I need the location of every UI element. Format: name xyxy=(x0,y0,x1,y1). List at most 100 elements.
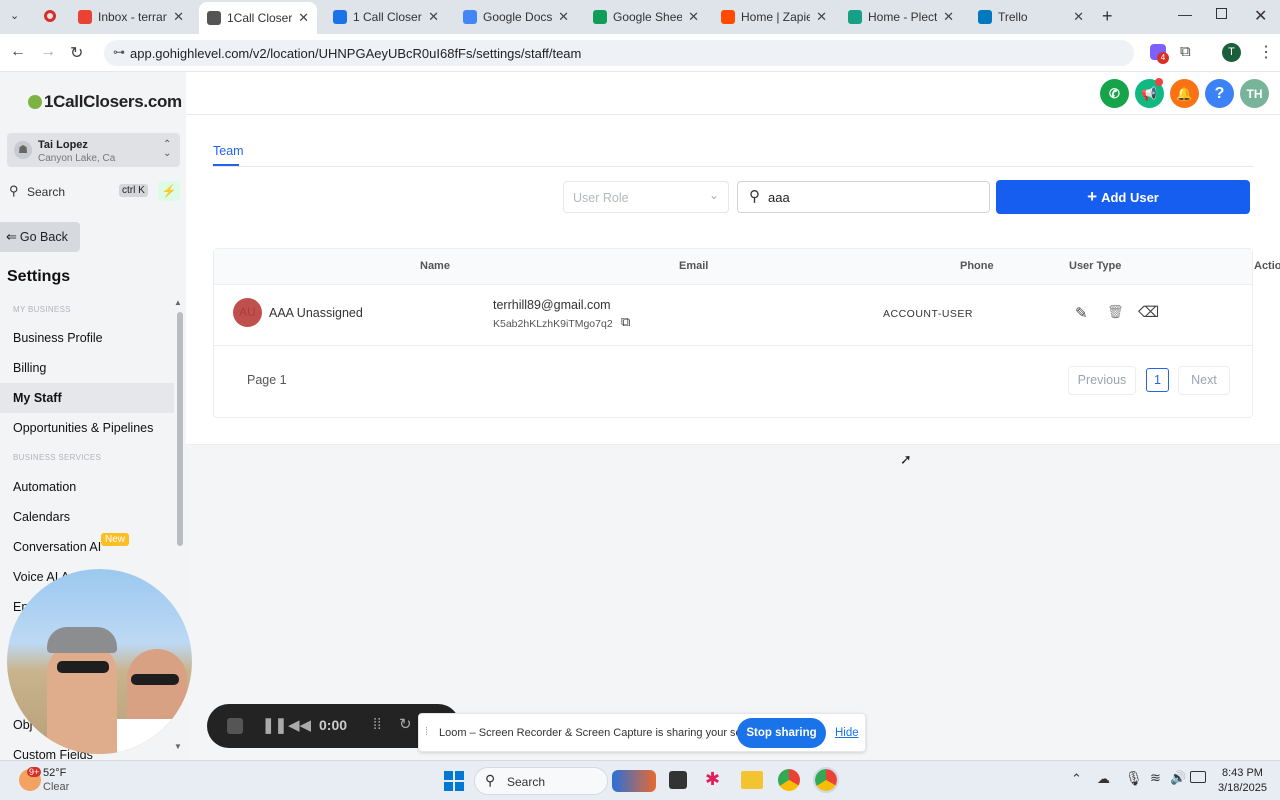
hide-banner-link[interactable]: Hide xyxy=(835,727,859,739)
sidebar-item-automation[interactable]: Automation xyxy=(13,480,76,494)
record-icon[interactable] xyxy=(44,10,56,22)
close-tab-icon[interactable]: ✕ xyxy=(816,9,827,25)
edit-pencil-icon[interactable]: ✎ xyxy=(1075,304,1088,322)
stop-sharing-button[interactable]: Stop sharing xyxy=(737,718,826,748)
quick-action-bolt-icon[interactable]: ⚡ xyxy=(158,181,180,201)
user-role-placeholder: User Role xyxy=(573,191,629,205)
webcam-bubble[interactable] xyxy=(7,569,192,754)
add-user-button[interactable]: + Add User xyxy=(996,180,1250,214)
browser-tab[interactable]: Home | Zapier ✕ xyxy=(713,4,835,30)
pause-icon[interactable]: ❚❚ xyxy=(262,716,287,734)
close-tab-icon[interactable]: ✕ xyxy=(943,9,954,25)
browser-tab[interactable]: Home - Plecto ✕ xyxy=(840,4,962,30)
task-view-icon[interactable] xyxy=(669,771,687,789)
temperature: 52°F xyxy=(43,767,67,779)
next-page-button[interactable]: Next xyxy=(1178,366,1230,395)
browser-tab[interactable]: Inbox - terranc ✕ xyxy=(70,4,192,30)
logo-bars-icon xyxy=(28,95,42,109)
tray-chevron-icon[interactable]: ⌃ xyxy=(1071,771,1082,787)
clock-time[interactable]: 8:43 PM xyxy=(1222,767,1263,779)
drag-handle-icon[interactable]: ⁞⁞ xyxy=(373,716,381,733)
sidebar-item-conversation-ai[interactable]: Conversation AI xyxy=(13,540,101,554)
user-avatar[interactable]: TH xyxy=(1240,79,1269,108)
account-switcher[interactable]: ☗ Tai Lopez Canyon Lake, Ca ⌃ ⌄ xyxy=(7,133,180,167)
tab-team[interactable]: Team xyxy=(213,144,244,158)
rewind-icon[interactable]: ◀◀ xyxy=(288,716,311,734)
restore-icon[interactable] xyxy=(1216,8,1227,19)
restart-icon[interactable]: ↻ xyxy=(399,715,412,733)
tab-list-chevron-icon[interactable]: ⌄ xyxy=(10,9,19,22)
close-tab-icon[interactable]: ✕ xyxy=(688,9,699,25)
widgets-icon[interactable] xyxy=(612,770,656,792)
close-tab-icon[interactable]: ✕ xyxy=(173,9,184,25)
minimize-icon[interactable]: — xyxy=(1178,6,1192,22)
browser-tab[interactable]: Google Docs ✕ xyxy=(455,4,577,30)
bell-icon[interactable]: 🔔 xyxy=(1170,79,1199,108)
search-input[interactable]: ⚲ aaa xyxy=(737,181,990,213)
copy-icon[interactable]: ⧉ xyxy=(621,314,630,330)
sheets-icon xyxy=(593,10,607,24)
scroll-up-icon[interactable]: ▲ xyxy=(174,298,182,307)
calendar-icon xyxy=(333,10,347,24)
extensions-puzzle-icon[interactable]: ⧉ xyxy=(1180,43,1191,60)
phone-icon[interactable]: ✆ xyxy=(1100,79,1129,108)
browser-tab[interactable]: 1Call Closer ✕ xyxy=(199,2,317,34)
profile-avatar[interactable]: T xyxy=(1222,43,1241,62)
recording-time: 0:00 xyxy=(319,717,348,733)
microphone-icon[interactable]: 🎙 xyxy=(1125,770,1143,787)
mouse-cursor-icon: ➚ xyxy=(900,451,912,467)
taskbar-search[interactable]: ⚲ Search xyxy=(474,767,608,795)
tab-title: 1 Call Closers - xyxy=(353,10,422,24)
sidebar-item-opportunities[interactable]: Opportunities & Pipelines xyxy=(13,421,153,435)
plus-icon: + xyxy=(1087,187,1098,206)
drag-handle-icon[interactable]: ⁞ xyxy=(425,726,428,738)
site-info-icon[interactable]: ⊶ xyxy=(113,45,125,59)
browser-menu-icon[interactable]: ⋮ xyxy=(1258,42,1274,62)
close-tab-icon[interactable]: ✕ xyxy=(1073,9,1084,25)
search-value: aaa xyxy=(768,190,790,205)
user-avatar-initials: AU xyxy=(233,298,262,327)
stop-icon[interactable] xyxy=(227,718,243,734)
clock-date[interactable]: 3/18/2025 xyxy=(1218,782,1267,794)
reload-icon[interactable]: ↻ xyxy=(70,43,83,63)
close-tab-icon[interactable]: ✕ xyxy=(298,10,309,26)
browser-tab[interactable]: Google Sheets ✕ xyxy=(585,4,707,30)
user-name[interactable]: AAA Unassigned xyxy=(269,306,363,320)
close-window-icon[interactable]: ✕ xyxy=(1254,6,1267,26)
sidebar-search[interactable]: ⚲ Search ctrl K xyxy=(9,183,152,201)
user-role-select[interactable]: User Role ⌄ xyxy=(563,181,729,213)
new-tab-icon[interactable]: + xyxy=(1102,6,1113,27)
sidebar-item-my-staff[interactable]: My Staff xyxy=(13,391,62,405)
close-tab-icon[interactable]: ✕ xyxy=(428,9,439,25)
battery-icon[interactable] xyxy=(1190,771,1206,783)
help-icon[interactable]: ? xyxy=(1205,79,1234,108)
remove-access-icon[interactable]: ⌫ xyxy=(1138,303,1159,321)
close-tab-icon[interactable]: ✕ xyxy=(558,9,569,25)
browser-tab[interactable]: Trello ✕ xyxy=(970,4,1092,30)
user-email: terrhill89@gmail.com xyxy=(493,298,611,312)
volume-icon[interactable]: 🔊 xyxy=(1170,770,1186,786)
sidebar-item-calendars[interactable]: Calendars xyxy=(13,510,70,524)
chrome-active-icon[interactable] xyxy=(813,767,839,793)
file-explorer-icon[interactable] xyxy=(741,771,763,789)
chrome-icon[interactable] xyxy=(778,769,800,791)
onedrive-icon[interactable]: ☁ xyxy=(1097,771,1110,787)
logo-text: 1CallClosers.com xyxy=(44,92,182,111)
windows-start-icon[interactable] xyxy=(444,771,464,791)
account-name: Tai Lopez xyxy=(38,139,88,151)
wifi-icon[interactable]: ≋ xyxy=(1150,770,1161,786)
delete-trash-icon[interactable]: 🗑 xyxy=(1107,304,1124,320)
sidebar-item-billing[interactable]: Billing xyxy=(13,361,46,375)
sidebar-item-business-profile[interactable]: Business Profile xyxy=(13,331,103,345)
address-bar[interactable]: ⊶ app.gohighlevel.com/v2/location/UHNPGA… xyxy=(104,40,1134,66)
back-arrow-icon[interactable]: ← xyxy=(10,43,26,61)
company-logo[interactable]: 1CallClosers.com xyxy=(28,92,182,112)
previous-page-button[interactable]: Previous xyxy=(1068,366,1136,395)
forward-arrow-icon[interactable]: → xyxy=(40,43,56,61)
browser-tab[interactable]: 1 Call Closers - ✕ xyxy=(325,4,447,30)
page-number-button[interactable]: 1 xyxy=(1146,368,1169,392)
account-chevron-icon: ⌃ ⌄ xyxy=(163,139,172,159)
slack-icon[interactable]: ✱ xyxy=(705,769,720,790)
sidebar-scrollbar[interactable] xyxy=(177,312,183,546)
go-back-button[interactable]: ⇐ Go Back xyxy=(0,222,80,252)
